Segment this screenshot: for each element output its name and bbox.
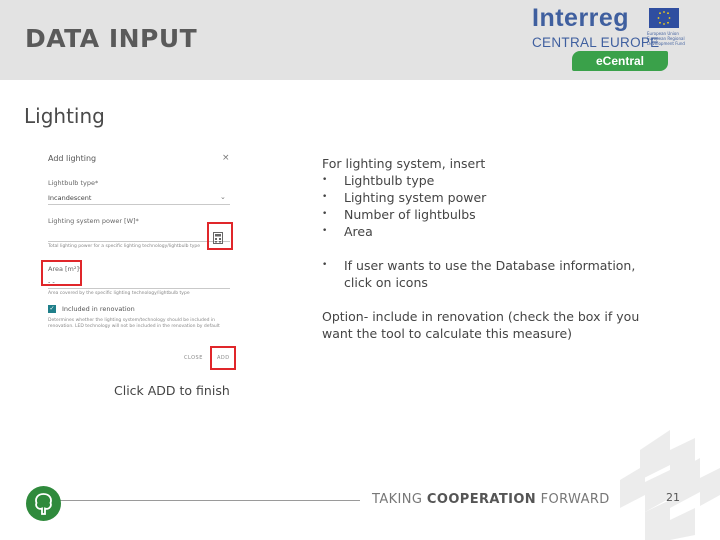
include-renovation-checkbox[interactable]: ✓: [48, 305, 56, 313]
slide-title: DATA INPUT: [25, 24, 198, 53]
dialog-title: Add lighting: [48, 154, 97, 163]
database-note: If user wants to use the Database inform…: [322, 257, 667, 291]
add-button-highlight: [210, 346, 236, 370]
interreg-logo: Interreg CENTRAL EUROPE European Union E…: [528, 4, 688, 72]
area-highlight: [41, 260, 82, 286]
calculator-icon[interactable]: [213, 229, 223, 248]
bulb-type-select[interactable]: Incandescent: [48, 194, 91, 202]
logo-interreg-text: Interreg: [532, 4, 630, 32]
include-renovation-label: Included in renovation: [62, 305, 135, 313]
tree-icon: [26, 486, 61, 521]
divider: [48, 288, 230, 289]
power-label: Lighting system power [W]*: [48, 217, 139, 225]
list-item: Lighting system power: [322, 189, 667, 206]
finish-note: Click ADD to finish: [114, 383, 230, 398]
bulb-type-label: Lightbulb type*: [48, 179, 99, 187]
area-help-text: Area covered by the specific lighting te…: [48, 291, 190, 296]
slogan-part: FORWARD: [536, 492, 610, 507]
input-list: Lightbulb type Lighting system power Num…: [322, 172, 667, 240]
list-item: Number of lightbulbs: [322, 206, 667, 223]
footer-slogan: TAKING COOPERATION FORWARD: [372, 492, 610, 507]
option-note: Option- include in renovation (check the…: [322, 309, 640, 341]
ecentral-badge: eCentral: [572, 51, 668, 71]
footer-divider: [60, 500, 360, 501]
eu-fund-text: European Union European Regional Develop…: [647, 31, 685, 46]
instructions-intro: For lighting system, insert: [322, 156, 486, 171]
instructions: For lighting system, insert Lightbulb ty…: [322, 155, 667, 342]
power-help-text: Total lighting power for a specific ligh…: [48, 244, 201, 249]
slogan-bold: COOPERATION: [426, 492, 537, 507]
list-item: Area: [322, 223, 667, 240]
page-number: 21: [666, 491, 680, 504]
eu-flag-icon: [649, 8, 679, 28]
section-subtitle: Lighting: [24, 104, 105, 128]
divider: [48, 204, 230, 205]
database-note-list: If user wants to use the Database inform…: [322, 257, 667, 291]
divider: [48, 241, 230, 242]
close-button[interactable]: CLOSE: [184, 355, 203, 361]
close-icon[interactable]: ×: [222, 153, 230, 163]
decorative-arrows-graphic: [620, 430, 720, 540]
slogan-part: TAKING: [372, 492, 427, 507]
include-help-text: Determines whether the lighting system/t…: [48, 318, 220, 329]
chevron-down-icon[interactable]: ⌄: [220, 193, 226, 201]
logo-central-europe-text: CENTRAL EUROPE: [532, 35, 660, 50]
list-item: Lightbulb type: [322, 172, 667, 189]
